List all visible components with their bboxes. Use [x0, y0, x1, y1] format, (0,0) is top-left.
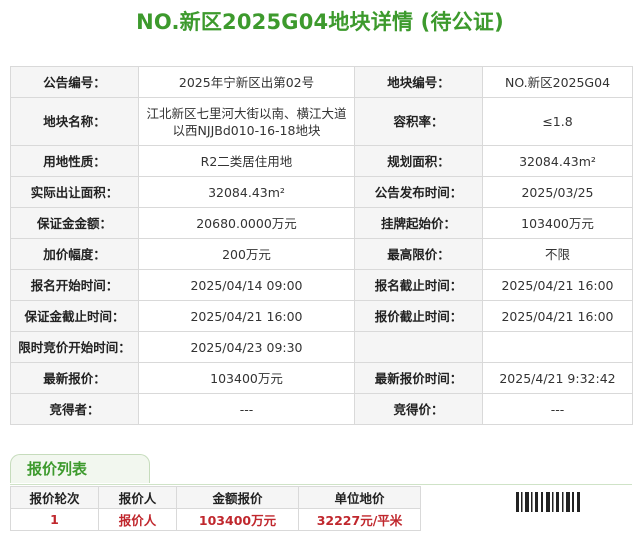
unit-price-header: 单位地价: [298, 486, 421, 509]
signup-end-label: 报名截止时间：: [354, 269, 483, 301]
publish-time-label: 公告发布时间：: [354, 176, 483, 208]
publish-time-value: 2025/03/25: [482, 176, 633, 208]
table-row: 报名开始时间： 2025/04/14 09:00 报名截止时间： 2025/04…: [10, 269, 633, 301]
announcement-no-label: 公告编号：: [10, 66, 139, 98]
bidder-cell: 报价人: [98, 508, 177, 531]
table-row: 1 报价人 103400万元 32227元/平米: [10, 508, 421, 531]
table-row: 竞得者： --- 竞得价： ---: [10, 393, 633, 425]
bid-deadline-value: 2025/04/21 16:00: [482, 300, 633, 332]
table-row: 公告编号： 2025年宁新区出第02号 地块编号： NO.新区2025G04: [10, 66, 633, 98]
bid-list-section: 报价列表 报价轮次 报价人 金额报价 单位地价 1 报价人 103400万元 3…: [10, 454, 632, 537]
page: NO.新区2025G04地块详情 (待公证) 公告编号： 2025年宁新区出第0…: [0, 0, 640, 537]
table-row: 最新报价： 103400万元 最新报价时间： 2025/4/21 9:32:42: [10, 362, 633, 394]
table-row: 保证金金额： 20680.0000万元 挂牌起始价： 103400万元: [10, 207, 633, 239]
land-use-label: 用地性质：: [10, 145, 139, 177]
barcode-icon: [516, 492, 580, 512]
deposit-deadline-value: 2025/04/21 16:00: [138, 300, 355, 332]
bid-amount-cell: 103400万元: [176, 508, 299, 531]
bid-round-header: 报价轮次: [10, 486, 99, 509]
winner-label: 竞得者：: [10, 393, 139, 425]
bid-deadline-label: 报价截止时间：: [354, 300, 483, 332]
start-price-value: 103400万元: [482, 207, 633, 239]
signup-start-value: 2025/04/14 09:00: [138, 269, 355, 301]
bid-round-cell: 1: [10, 508, 99, 531]
increment-label: 加价幅度：: [10, 238, 139, 270]
latest-bid-label: 最新报价：: [10, 362, 139, 394]
page-title: NO.新区2025G04地块详情 (待公证): [136, 10, 504, 34]
latest-bid-value: 103400万元: [138, 362, 355, 394]
planned-area-value: 32084.43m²: [482, 145, 633, 177]
deposit-label: 保证金金额：: [10, 207, 139, 239]
bid-table-header: 报价轮次 报价人 金额报价 单位地价: [10, 486, 421, 509]
deposit-value: 20680.0000万元: [138, 207, 355, 239]
bid-amount-header: 金额报价: [176, 486, 299, 509]
actual-area-label: 实际出让面积：: [10, 176, 139, 208]
table-row: 地块名称： 江北新区七里河大街以南、横江大道以西NJJBd010-16-18地块…: [10, 97, 633, 146]
table-row: 保证金截止时间： 2025/04/21 16:00 报价截止时间： 2025/0…: [10, 300, 633, 332]
timed-bid-start-label: 限时竞价开始时间：: [10, 331, 139, 363]
table-row: 用地性质： R2二类居住用地 规划面积： 32084.43m²: [10, 145, 633, 177]
announcement-no-value: 2025年宁新区出第02号: [138, 66, 355, 98]
winning-price-value: ---: [482, 393, 633, 425]
table-row: 实际出让面积： 32084.43m² 公告发布时间： 2025/03/25: [10, 176, 633, 208]
signup-start-label: 报名开始时间：: [10, 269, 139, 301]
planned-area-label: 规划面积：: [354, 145, 483, 177]
latest-bid-time-label: 最新报价时间：: [354, 362, 483, 394]
winner-value: ---: [138, 393, 355, 425]
parcel-name-label: 地块名称：: [10, 97, 139, 146]
unit-price-cell: 32227元/平米: [298, 508, 421, 531]
parcel-no-label: 地块编号：: [354, 66, 483, 98]
land-use-value: R2二类居住用地: [138, 145, 355, 177]
deposit-deadline-label: 保证金截止时间：: [10, 300, 139, 332]
bid-list-tabbar: 报价列表: [10, 454, 632, 485]
empty-value: [482, 331, 633, 363]
parcel-info-table: 公告编号： 2025年宁新区出第02号 地块编号： NO.新区2025G04 地…: [10, 66, 633, 425]
price-cap-value: 不限: [482, 238, 633, 270]
empty-label: [354, 331, 483, 363]
table-row: 限时竞价开始时间： 2025/04/23 09:30: [10, 331, 633, 363]
actual-area-value: 32084.43m²: [138, 176, 355, 208]
latest-bid-time-value: 2025/4/21 9:32:42: [482, 362, 633, 394]
plot-ratio-value: ≤1.8: [482, 97, 633, 146]
increment-value: 200万元: [138, 238, 355, 270]
parcel-name-value: 江北新区七里河大街以南、横江大道以西NJJBd010-16-18地块: [138, 97, 355, 146]
bidder-header: 报价人: [98, 486, 177, 509]
start-price-label: 挂牌起始价：: [354, 207, 483, 239]
timed-bid-start-value: 2025/04/23 09:30: [138, 331, 355, 363]
tab-bid-list[interactable]: 报价列表: [10, 454, 150, 483]
parcel-no-value: NO.新区2025G04: [482, 66, 633, 98]
table-row: 加价幅度： 200万元 最高限价： 不限: [10, 238, 633, 270]
winning-price-label: 竞得价：: [354, 393, 483, 425]
bid-list-table: 报价轮次 报价人 金额报价 单位地价 1 报价人 103400万元 32227元…: [10, 486, 421, 531]
plot-ratio-label: 容积率：: [354, 97, 483, 146]
price-cap-label: 最高限价：: [354, 238, 483, 270]
signup-end-value: 2025/04/21 16:00: [482, 269, 633, 301]
